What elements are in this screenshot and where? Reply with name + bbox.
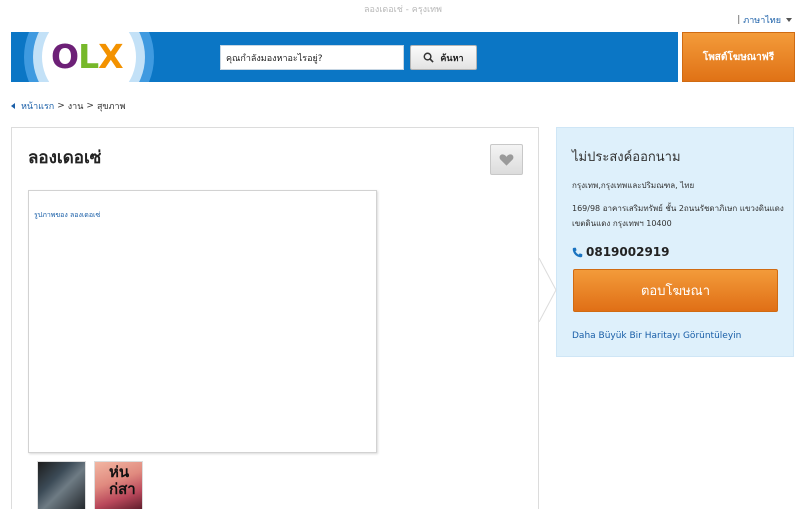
breadcrumb-separator: > — [86, 101, 94, 111]
search-placeholder: คุณกำลังมองหาอะไรอยู่? — [226, 53, 323, 64]
search-input[interactable]: คุณกำลังมองหาอะไรอยู่? — [220, 45, 404, 70]
photo-thumbnail[interactable]: ห่น ก่สา — [94, 461, 143, 509]
heart-icon — [499, 153, 514, 166]
thumbnail-overlay-text: ห่น ก่สา — [109, 463, 136, 498]
search-button[interactable]: ค้นหา — [410, 45, 477, 70]
breadcrumb-level1[interactable]: งาน — [68, 99, 84, 113]
back-arrow-icon[interactable] — [11, 103, 15, 109]
favorite-button[interactable] — [490, 144, 523, 175]
language-selector[interactable]: | ภาษาไทย — [737, 13, 792, 27]
panel-arrow-outline — [539, 258, 557, 322]
location-text: กรุงเทพ,กรุงเทพและปริมณฑล, ไทย — [572, 181, 695, 190]
search-button-label: ค้นหา — [440, 53, 464, 64]
search-icon — [423, 52, 435, 63]
breadcrumb-separator: > — [57, 101, 65, 111]
contact-panel: ไม่ประสงค์ออกนาม กรุงเทพ,กรุงเทพและปริมณ… — [556, 127, 794, 357]
reply-ad-button[interactable]: ตอบโฆษณา — [573, 269, 778, 312]
phone-number[interactable]: 0819002919 — [572, 245, 670, 259]
logo-text: OLX — [51, 37, 124, 76]
breadcrumb: หน้าแรก > งาน > สุขภาพ — [11, 99, 126, 113]
phone-icon — [572, 247, 583, 257]
header-bar: OLX คุณกำลังมองหาอะไรอยู่? ค้นหา — [11, 32, 678, 82]
divider: | — [737, 15, 741, 25]
window-title: ลองเดอเช่ - ครุงเทพ — [364, 5, 442, 15]
breadcrumb-level2: สุขภาพ — [96, 102, 126, 112]
language-label: ภาษาไทย — [743, 16, 781, 26]
post-ad-button[interactable]: โพสต์โฆษณาฟรี — [682, 32, 795, 82]
ad-detail-panel: ลองเดอเซ่ รูปภาพของ ลองเดอเซ่ ห่น ก่สา — [11, 127, 539, 509]
phone-text: 0819002919 — [586, 245, 670, 259]
main-photo[interactable]: รูปภาพของ ลองเดอเซ่ — [28, 190, 377, 453]
olx-logo[interactable]: OLX — [24, 32, 154, 82]
ad-title: ลองเดอเซ่ — [28, 148, 102, 168]
seller-name: ไม่ประสงค์ออกนาม — [572, 150, 681, 165]
chevron-down-icon — [786, 18, 792, 22]
photo-alt-text: รูปภาพของ ลองเดอเซ่ — [34, 211, 101, 219]
photo-thumbnail[interactable] — [37, 461, 86, 509]
breadcrumb-home[interactable]: หน้าแรก — [21, 99, 54, 113]
view-larger-map-link[interactable]: Daha Büyük Bir Haritayı Görüntüleyin — [572, 331, 741, 341]
address-text: 169/98 อาคารเสริมทรัพย์ ชั้น 2ถนนรัชดาภิ… — [572, 204, 784, 228]
